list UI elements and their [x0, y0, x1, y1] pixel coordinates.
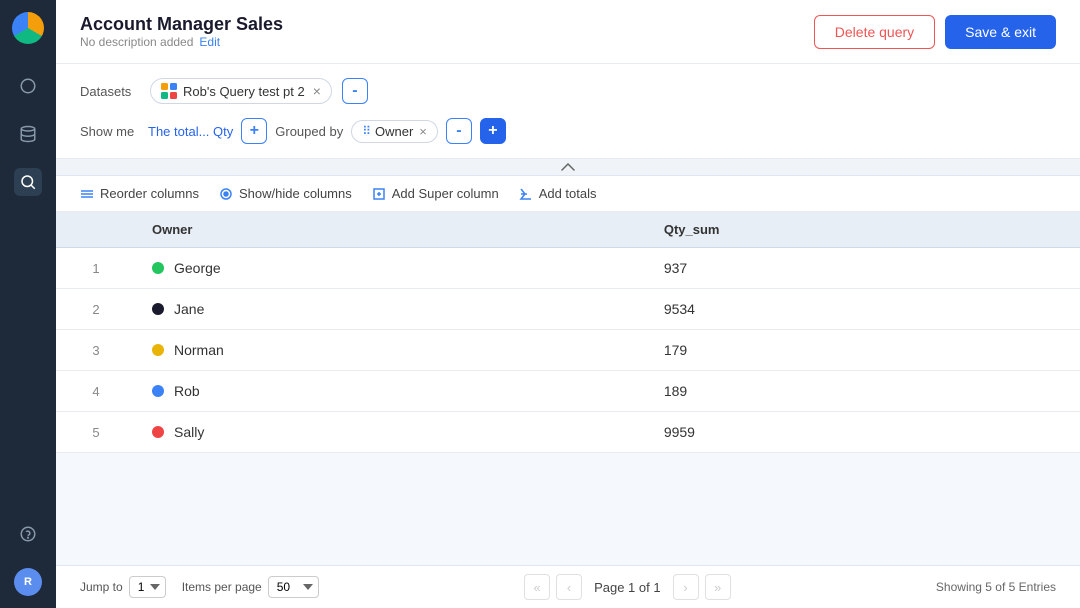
row-number: 3: [56, 330, 136, 371]
qty-sum-cell: 189: [648, 371, 1080, 412]
show-hide-icon: [219, 187, 233, 201]
reorder-columns-button[interactable]: Reorder columns: [80, 186, 199, 201]
owner-name: Rob: [174, 383, 200, 399]
database-nav-icon[interactable]: [14, 120, 42, 148]
table-container: Owner Qty_sum 1 George 937 2 Jane: [56, 212, 1080, 565]
remove-group-button[interactable]: -: [446, 118, 472, 144]
dataset-minus-button[interactable]: -: [342, 78, 368, 104]
sidebar: R: [0, 0, 56, 608]
data-table: Owner Qty_sum 1 George 937 2 Jane: [56, 212, 1080, 453]
show-hide-columns-button[interactable]: Show/hide columns: [219, 186, 352, 201]
table-toolbar: Reorder columns Show/hide columns Add Su…: [56, 176, 1080, 212]
owner-name: George: [174, 260, 221, 276]
pagination: « ‹ Page 1 of 1 › »: [524, 574, 731, 600]
qty-sum-cell: 9534: [648, 289, 1080, 330]
dataset-chip-close[interactable]: ×: [313, 83, 321, 99]
items-per-page-label: Items per page: [182, 580, 262, 594]
jump-to-field: Jump to 1: [80, 576, 166, 598]
main-content: Account Manager Sales No description add…: [56, 0, 1080, 608]
add-totals-button[interactable]: Add totals: [519, 186, 597, 201]
circle-nav-icon[interactable]: [14, 72, 42, 100]
row-number: 1: [56, 248, 136, 289]
table-row: 3 Norman 179: [56, 330, 1080, 371]
qty-sum-cell: 179: [648, 330, 1080, 371]
jump-to-select[interactable]: 1: [129, 576, 166, 598]
add-super-column-button[interactable]: Add Super column: [372, 186, 499, 201]
add-metric-button[interactable]: +: [241, 118, 267, 144]
save-exit-button[interactable]: Save & exit: [945, 15, 1056, 49]
dataset-chip-icon: [161, 83, 177, 99]
owner-dot: [152, 303, 164, 315]
owner-name: Jane: [174, 301, 204, 317]
dataset-chip-name: Rob's Query test pt 2: [183, 84, 305, 99]
page-title: Account Manager Sales: [80, 14, 283, 35]
row-number: 4: [56, 371, 136, 412]
datasets-row: Datasets Rob's Query test pt 2 × -: [80, 78, 1056, 104]
metric-chip[interactable]: The total... Qty: [148, 124, 233, 139]
dataset-chip: Rob's Query test pt 2 ×: [150, 78, 332, 104]
search-nav-icon[interactable]: [14, 168, 42, 196]
table-row: 1 George 937: [56, 248, 1080, 289]
jump-to-label: Jump to: [80, 580, 123, 594]
totals-icon: [519, 187, 533, 201]
datasets-label: Datasets: [80, 84, 140, 99]
owner-cell: Norman: [136, 330, 648, 371]
topbar-left: Account Manager Sales No description add…: [80, 14, 283, 49]
collapse-bar[interactable]: [56, 159, 1080, 176]
user-avatar[interactable]: R: [14, 568, 42, 596]
showme-label: Show me: [80, 124, 140, 139]
table-header: Owner Qty_sum: [56, 212, 1080, 248]
group-chip: ⠿ Owner ×: [351, 120, 438, 143]
showing-info: Showing 5 of 5 Entries: [936, 580, 1056, 594]
owner-name: Norman: [174, 342, 224, 358]
topbar-right: Delete query Save & exit: [814, 15, 1056, 49]
owner-cell: George: [136, 248, 648, 289]
page-subtitle: No description added Edit: [80, 35, 283, 49]
chevron-up-icon: [561, 163, 575, 171]
owner-dot: [152, 262, 164, 274]
next-page-button[interactable]: ›: [673, 574, 699, 600]
group-chip-close[interactable]: ×: [419, 124, 427, 139]
col-header-num: [56, 212, 136, 248]
app-logo: [12, 12, 44, 44]
owner-dot: [152, 426, 164, 438]
table-row: 2 Jane 9534: [56, 289, 1080, 330]
footer: Jump to 1 Items per page 50 25 100 « ‹ P…: [56, 565, 1080, 608]
col-header-owner: Owner: [136, 212, 648, 248]
last-page-button[interactable]: »: [705, 574, 731, 600]
owner-cell: Rob: [136, 371, 648, 412]
grouped-by-label: Grouped by: [275, 124, 343, 139]
add-group-button[interactable]: +: [480, 118, 506, 144]
table-body: 1 George 937 2 Jane 9534 3: [56, 248, 1080, 453]
showme-row: Show me The total... Qty + Grouped by ⠿ …: [80, 118, 1056, 144]
owner-cell: Sally: [136, 412, 648, 453]
owner-cell: Jane: [136, 289, 648, 330]
toolbar-area: Datasets Rob's Query test pt 2 × - Show …: [56, 64, 1080, 159]
items-per-page-field: Items per page 50 25 100: [182, 576, 319, 598]
row-number: 2: [56, 289, 136, 330]
items-per-page-select[interactable]: 50 25 100: [268, 576, 319, 598]
prev-page-button[interactable]: ‹: [556, 574, 582, 600]
qty-sum-cell: 937: [648, 248, 1080, 289]
footer-left: Jump to 1 Items per page 50 25 100: [80, 576, 319, 598]
delete-query-button[interactable]: Delete query: [814, 15, 935, 49]
table-row: 4 Rob 189: [56, 371, 1080, 412]
table-row: 5 Sally 9959: [56, 412, 1080, 453]
owner-dot: [152, 344, 164, 356]
topbar: Account Manager Sales No description add…: [56, 0, 1080, 64]
first-page-button[interactable]: «: [524, 574, 550, 600]
edit-link[interactable]: Edit: [199, 35, 220, 49]
owner-name: Sally: [174, 424, 204, 440]
reorder-icon: [80, 187, 94, 201]
row-number: 5: [56, 412, 136, 453]
super-column-icon: [372, 187, 386, 201]
group-chip-drag-icon: ⠿: [362, 124, 371, 138]
page-info: Page 1 of 1: [588, 580, 667, 595]
help-nav-icon[interactable]: [14, 520, 42, 548]
owner-dot: [152, 385, 164, 397]
qty-sum-cell: 9959: [648, 412, 1080, 453]
col-header-qty-sum: Qty_sum: [648, 212, 1080, 248]
group-chip-name: Owner: [375, 124, 413, 139]
